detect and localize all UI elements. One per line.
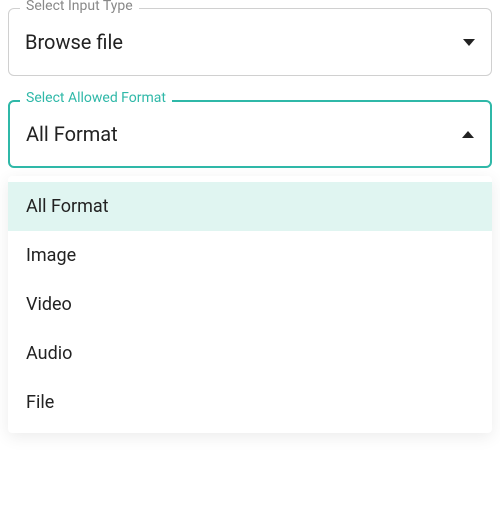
dropdown-option-image[interactable]: Image: [8, 231, 492, 280]
allowed-format-select[interactable]: All Format: [8, 100, 492, 168]
allowed-format-dropdown: All Format Image Video Audio File: [8, 176, 492, 433]
allowed-format-label: Select Allowed Format: [20, 90, 172, 106]
chevron-down-icon: [463, 39, 475, 46]
dropdown-option-audio[interactable]: Audio: [8, 329, 492, 378]
input-type-value: Browse file: [25, 30, 123, 54]
input-type-field: Select Input Type Browse file: [8, 8, 492, 76]
dropdown-option-file[interactable]: File: [8, 378, 492, 427]
dropdown-option-video[interactable]: Video: [8, 280, 492, 329]
allowed-format-field: Select Allowed Format All Format: [8, 100, 492, 168]
input-type-label: Select Input Type: [20, 0, 139, 14]
dropdown-option-all-format[interactable]: All Format: [8, 182, 492, 231]
input-type-select[interactable]: Browse file: [8, 8, 492, 76]
allowed-format-value: All Format: [26, 122, 118, 146]
chevron-up-icon: [462, 131, 474, 138]
